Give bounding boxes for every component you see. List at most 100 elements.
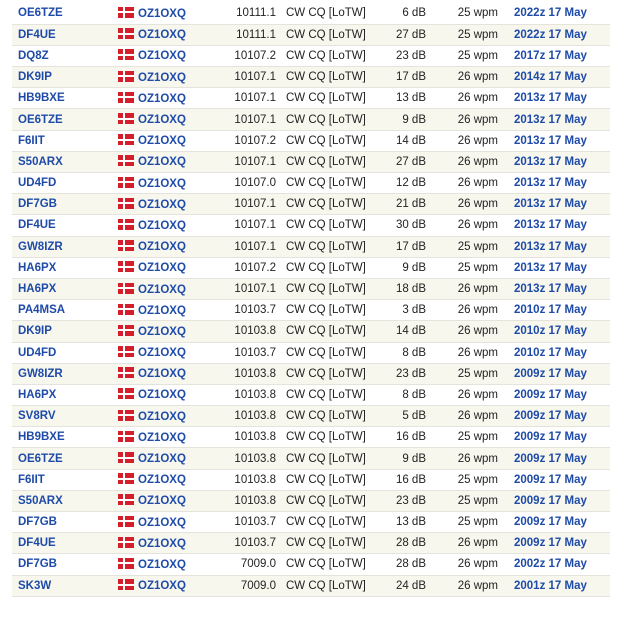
snr-cell: 18 dB bbox=[372, 278, 426, 301]
time-link[interactable]: 2013z 17 May bbox=[514, 92, 587, 104]
time-link[interactable]: 2013z 17 May bbox=[514, 156, 587, 168]
dx-callsign-link[interactable]: OZ1OXQ bbox=[138, 389, 186, 401]
spotter-cell: F6IIT bbox=[12, 469, 118, 491]
time-link[interactable]: 2009z 17 May bbox=[514, 516, 587, 528]
spotter-link[interactable]: DF7GB bbox=[18, 198, 57, 210]
dx-callsign-link[interactable]: OZ1OXQ bbox=[138, 8, 186, 20]
dx-callsign-link[interactable]: OZ1OXQ bbox=[138, 135, 186, 147]
time-link[interactable]: 2013z 17 May bbox=[514, 283, 587, 295]
dx-callsign-link[interactable]: OZ1OXQ bbox=[138, 538, 186, 550]
spotter-link[interactable]: S50ARX bbox=[18, 495, 63, 507]
time-link[interactable]: 2013z 17 May bbox=[514, 114, 587, 126]
spotter-link[interactable]: UD4FD bbox=[18, 177, 56, 189]
time-link[interactable]: 2009z 17 May bbox=[514, 368, 587, 380]
spotter-link[interactable]: OE6TZE bbox=[18, 453, 63, 465]
time-link[interactable]: 2010z 17 May bbox=[514, 325, 587, 337]
dx-callsign-link[interactable]: OZ1OXQ bbox=[138, 199, 186, 211]
time-link[interactable]: 2013z 17 May bbox=[514, 262, 587, 274]
time-link[interactable]: 2022z 17 May bbox=[514, 29, 587, 41]
time-link[interactable]: 2009z 17 May bbox=[514, 431, 587, 443]
spotter-link[interactable]: HB9BXE bbox=[18, 92, 65, 104]
dx-callsign-link[interactable]: OZ1OXQ bbox=[138, 241, 186, 253]
spotter-link[interactable]: DK9IP bbox=[18, 325, 52, 337]
time-link[interactable]: 2013z 17 May bbox=[514, 177, 587, 189]
dx-callsign-link[interactable]: OZ1OXQ bbox=[138, 368, 186, 380]
dx-callsign-link[interactable]: OZ1OXQ bbox=[138, 517, 186, 529]
time-link[interactable]: 2009z 17 May bbox=[514, 453, 587, 465]
spotter-link[interactable]: DF4UE bbox=[18, 537, 56, 549]
spotter-link[interactable]: F6IIT bbox=[18, 135, 45, 147]
speed-cell: 25 wpm bbox=[426, 426, 498, 449]
time-link[interactable]: 2022z 17 May bbox=[514, 7, 587, 19]
spotter-link[interactable]: SK3W bbox=[18, 580, 51, 592]
time-link[interactable]: 2009z 17 May bbox=[514, 389, 587, 401]
time-link[interactable]: 2010z 17 May bbox=[514, 304, 587, 316]
mode-cell: CW CQ [LoTW] bbox=[284, 3, 372, 25]
spotter-link[interactable]: HA6PX bbox=[18, 262, 56, 274]
spotter-cell: DF7GB bbox=[12, 553, 118, 576]
spotter-link[interactable]: DF4UE bbox=[18, 219, 56, 231]
time-link[interactable]: 2009z 17 May bbox=[514, 410, 587, 422]
spotter-link[interactable]: DF4UE bbox=[18, 29, 56, 41]
dx-callsign-link[interactable]: OZ1OXQ bbox=[138, 50, 186, 62]
time-link[interactable]: 2013z 17 May bbox=[514, 241, 587, 253]
dx-callsign-link[interactable]: OZ1OXQ bbox=[138, 114, 186, 126]
dx-callsign-link[interactable]: OZ1OXQ bbox=[138, 284, 186, 296]
dx-callsign-link[interactable]: OZ1OXQ bbox=[138, 262, 186, 274]
time-link[interactable]: 2009z 17 May bbox=[514, 537, 587, 549]
spotter-link[interactable]: UD4FD bbox=[18, 347, 56, 359]
time-link[interactable]: 2001z 17 May bbox=[514, 580, 587, 592]
dx-callsign-link[interactable]: OZ1OXQ bbox=[138, 580, 186, 592]
dx-cell: OZ1OXQ bbox=[118, 278, 188, 301]
spotter-link[interactable]: DF7GB bbox=[18, 558, 57, 570]
dx-callsign-link[interactable]: OZ1OXQ bbox=[138, 559, 186, 571]
spotter-link[interactable]: DQ8Z bbox=[18, 50, 49, 62]
mode-cell: CW CQ [LoTW] bbox=[284, 511, 372, 534]
frequency-cell: 10107.2 bbox=[188, 257, 284, 279]
dx-callsign-link[interactable]: OZ1OXQ bbox=[138, 495, 186, 507]
spotter-link[interactable]: HB9BXE bbox=[18, 431, 65, 443]
time-link[interactable]: 2013z 17 May bbox=[514, 219, 587, 231]
frequency-cell: 10103.8 bbox=[188, 447, 284, 470]
dx-callsign-link[interactable]: OZ1OXQ bbox=[138, 432, 186, 444]
time-link[interactable]: 2010z 17 May bbox=[514, 347, 587, 359]
spotter-link[interactable]: DK9IP bbox=[18, 71, 52, 83]
spotter-link[interactable]: HA6PX bbox=[18, 389, 56, 401]
spotter-link[interactable]: GW8IZR bbox=[18, 241, 63, 253]
spotter-cell: DF4UE bbox=[12, 532, 118, 555]
dx-callsign-link[interactable]: OZ1OXQ bbox=[138, 326, 186, 338]
spotter-link[interactable]: OE6TZE bbox=[18, 7, 63, 19]
mode-cell: CW CQ [LoTW] bbox=[284, 87, 372, 110]
dx-callsign-link[interactable]: OZ1OXQ bbox=[138, 347, 186, 359]
spotter-link[interactable]: DF7GB bbox=[18, 516, 57, 528]
dx-callsign-link[interactable]: OZ1OXQ bbox=[138, 305, 186, 317]
dx-callsign-link[interactable]: OZ1OXQ bbox=[138, 220, 186, 232]
snr-cell: 13 dB bbox=[372, 87, 426, 110]
time-link[interactable]: 2013z 17 May bbox=[514, 198, 587, 210]
snr-cell: 13 dB bbox=[372, 511, 426, 534]
time-link[interactable]: 2013z 17 May bbox=[514, 135, 587, 147]
spotter-link[interactable]: PA4MSA bbox=[18, 304, 65, 316]
dx-callsign-link[interactable]: OZ1OXQ bbox=[138, 93, 186, 105]
time-link[interactable]: 2017z 17 May bbox=[514, 50, 587, 62]
frequency-cell: 10107.2 bbox=[188, 130, 284, 152]
dx-callsign-link[interactable]: OZ1OXQ bbox=[138, 178, 186, 190]
dx-callsign-link[interactable]: OZ1OXQ bbox=[138, 156, 186, 168]
dx-callsign-link[interactable]: OZ1OXQ bbox=[138, 474, 186, 486]
mode-cell: CW CQ [LoTW] bbox=[284, 24, 372, 46]
time-link[interactable]: 2009z 17 May bbox=[514, 495, 587, 507]
dx-callsign-link[interactable]: OZ1OXQ bbox=[138, 29, 186, 41]
dx-callsign-link[interactable]: OZ1OXQ bbox=[138, 453, 186, 465]
spotter-link[interactable]: S50ARX bbox=[18, 156, 63, 168]
spotter-link[interactable]: SV8RV bbox=[18, 410, 56, 422]
denmark-flag-icon bbox=[118, 324, 134, 336]
time-link[interactable]: 2002z 17 May bbox=[514, 558, 587, 570]
spotter-link[interactable]: OE6TZE bbox=[18, 114, 63, 126]
dx-callsign-link[interactable]: OZ1OXQ bbox=[138, 411, 186, 423]
spotter-link[interactable]: HA6PX bbox=[18, 283, 56, 295]
time-link[interactable]: 2009z 17 May bbox=[514, 474, 587, 486]
dx-callsign-link[interactable]: OZ1OXQ bbox=[138, 72, 186, 84]
spotter-link[interactable]: GW8IZR bbox=[18, 368, 63, 380]
spotter-link[interactable]: F6IIT bbox=[18, 474, 45, 486]
time-link[interactable]: 2014z 17 May bbox=[514, 71, 587, 83]
